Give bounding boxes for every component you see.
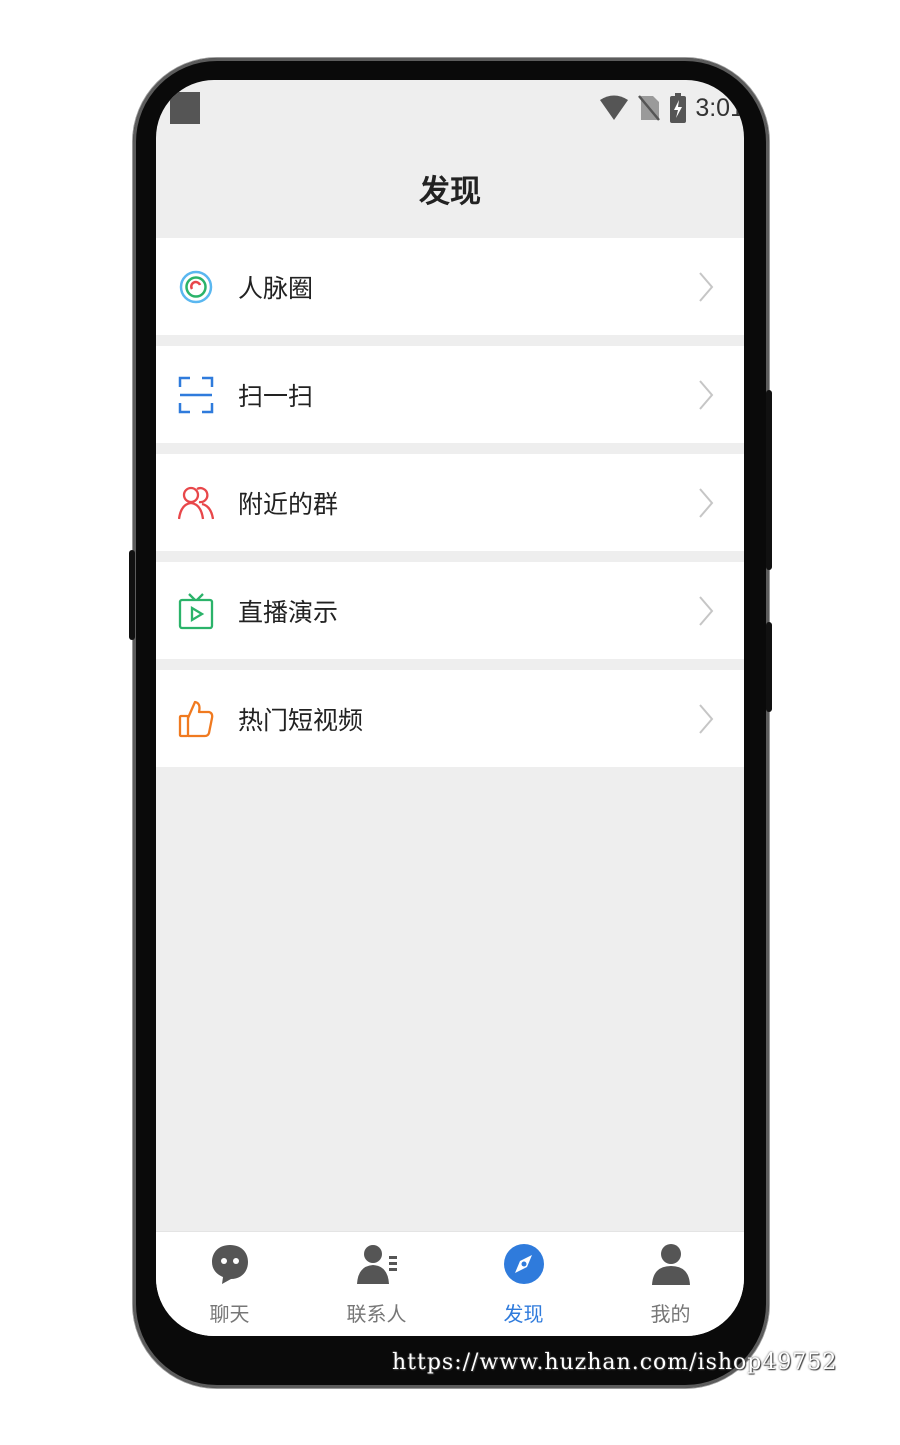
tab-label: 发现 <box>503 1302 544 1326</box>
chevron-right-icon <box>699 380 714 410</box>
bottom-tab-bar: 聊天 联系人 发现 我的 <box>156 1231 744 1336</box>
menu-item-label: 热门短视频 <box>238 705 364 735</box>
power-button <box>766 390 772 570</box>
chevron-right-icon <box>699 488 714 518</box>
profile-icon <box>651 1244 690 1285</box>
volume-button <box>129 550 135 640</box>
menu-item-label: 直播演示 <box>238 597 339 627</box>
chevron-right-icon <box>699 272 714 302</box>
menu-item-contacts-circle[interactable]: 人脉圈 <box>156 238 744 335</box>
menu-item-hot-videos[interactable]: 热门短视频 <box>156 670 744 767</box>
tab-label: 联系人 <box>346 1302 407 1326</box>
chevron-right-icon <box>699 704 714 734</box>
menu-item-label: 扫一扫 <box>238 381 314 411</box>
side-button <box>766 622 772 712</box>
clock: 3:01 <box>695 93 744 122</box>
tab-chat[interactable]: 聊天 <box>156 1232 303 1336</box>
battery-charging-icon <box>670 93 687 123</box>
wifi-icon <box>600 95 629 120</box>
nearby-group-icon <box>178 486 214 520</box>
tab-contacts[interactable]: 联系人 <box>303 1232 450 1336</box>
tab-profile[interactable]: 我的 <box>597 1232 744 1336</box>
tab-label: 聊天 <box>209 1302 250 1326</box>
menu-item-label: 附近的群 <box>238 489 339 519</box>
contacts-circle-icon <box>179 270 213 304</box>
menu-item-label: 人脉圈 <box>238 273 314 303</box>
live-tv-icon <box>178 593 214 630</box>
contacts-icon <box>356 1245 397 1284</box>
tab-label: 我的 <box>650 1302 691 1326</box>
discover-compass-icon <box>503 1244 544 1284</box>
notification-icon <box>170 92 200 124</box>
menu-item-nearby-groups[interactable]: 附近的群 <box>156 454 744 551</box>
menu-item-live-demo[interactable]: 直播演示 <box>156 562 744 659</box>
no-sim-icon <box>638 95 661 121</box>
chat-icon <box>211 1245 248 1284</box>
status-bar: 3:01 <box>156 80 744 138</box>
thumbs-up-icon <box>178 700 214 738</box>
status-icons: 3:01 <box>599 92 744 124</box>
scan-icon <box>178 376 214 414</box>
watermark: https://www.huzhan.com/ishop49752 <box>392 1350 838 1375</box>
chevron-right-icon <box>699 596 714 626</box>
menu-item-scan[interactable]: 扫一扫 <box>156 346 744 443</box>
page-title: 发现 <box>419 173 481 210</box>
header: 发现 <box>156 138 744 238</box>
discover-menu: 人脉圈 扫一扫 附近的群 直播演示 热门短视频 <box>156 238 744 778</box>
tab-discover[interactable]: 发现 <box>450 1232 597 1336</box>
app-screen: 3:01 发现 人脉圈 扫一扫 附近的群 直播演示 热门短视频 聊天 联系人 发… <box>156 80 744 1336</box>
